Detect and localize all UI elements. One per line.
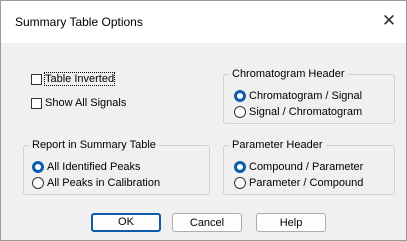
table-inverted-box[interactable] (31, 73, 42, 85)
radio-all-peaks-calibration[interactable]: All Peaks in Calibration (32, 177, 160, 189)
radio-parameter-compound-label: Parameter / Compound (249, 177, 364, 189)
radio-chromatogram-signal[interactable]: Chromatogram / Signal (234, 90, 362, 102)
radio-selected-indicator[interactable] (32, 161, 44, 173)
radio-signal-chromatogram-label: Signal / Chromatogram (249, 106, 363, 118)
chromatogram-header-group: Chromatogram Header Chromatogram / Signa… (223, 68, 395, 124)
window-title: Summary Table Options (15, 15, 143, 29)
radio-compound-parameter[interactable]: Compound / Parameter (234, 161, 363, 173)
radio-indicator[interactable] (234, 177, 246, 189)
radio-chromatogram-signal-label: Chromatogram / Signal (249, 90, 363, 102)
cancel-button[interactable]: Cancel (172, 213, 242, 232)
table-inverted-label: Table Inverted (43, 72, 116, 86)
radio-all-identified-peaks[interactable]: All Identified Peaks (32, 161, 141, 173)
radio-indicator[interactable] (234, 106, 246, 118)
radio-compound-parameter-label: Compound / Parameter (249, 161, 364, 173)
report-group: Report in Summary Table All Identified P… (23, 139, 210, 195)
radio-selected-indicator[interactable] (234, 161, 246, 173)
show-all-signals-box[interactable] (31, 97, 42, 109)
radio-selected-indicator[interactable] (234, 90, 246, 102)
chromatogram-header-legend: Chromatogram Header (229, 68, 348, 80)
parameter-header-group: Parameter Header Compound / Parameter Pa… (223, 139, 395, 195)
radio-all-peaks-calibration-label: All Peaks in Calibration (47, 177, 161, 189)
parameter-header-legend: Parameter Header (229, 139, 326, 151)
help-button[interactable]: Help (256, 213, 326, 232)
ok-button[interactable]: OK (91, 213, 161, 232)
close-icon[interactable]: ✕ (378, 10, 400, 32)
radio-parameter-compound[interactable]: Parameter / Compound (234, 177, 363, 189)
show-all-signals-label: Show All Signals (45, 97, 127, 109)
show-all-signals-checkbox[interactable]: Show All Signals (31, 97, 126, 109)
title-bar: Summary Table Options ✕ (1, 1, 406, 43)
summary-table-options-dialog: Summary Table Options ✕ Table Inverted S… (0, 0, 407, 241)
radio-indicator[interactable] (32, 177, 44, 189)
report-legend: Report in Summary Table (29, 139, 159, 151)
radio-all-identified-peaks-label: All Identified Peaks (47, 161, 141, 173)
radio-signal-chromatogram[interactable]: Signal / Chromatogram (234, 106, 362, 118)
table-inverted-checkbox[interactable]: Table Inverted (31, 72, 116, 86)
